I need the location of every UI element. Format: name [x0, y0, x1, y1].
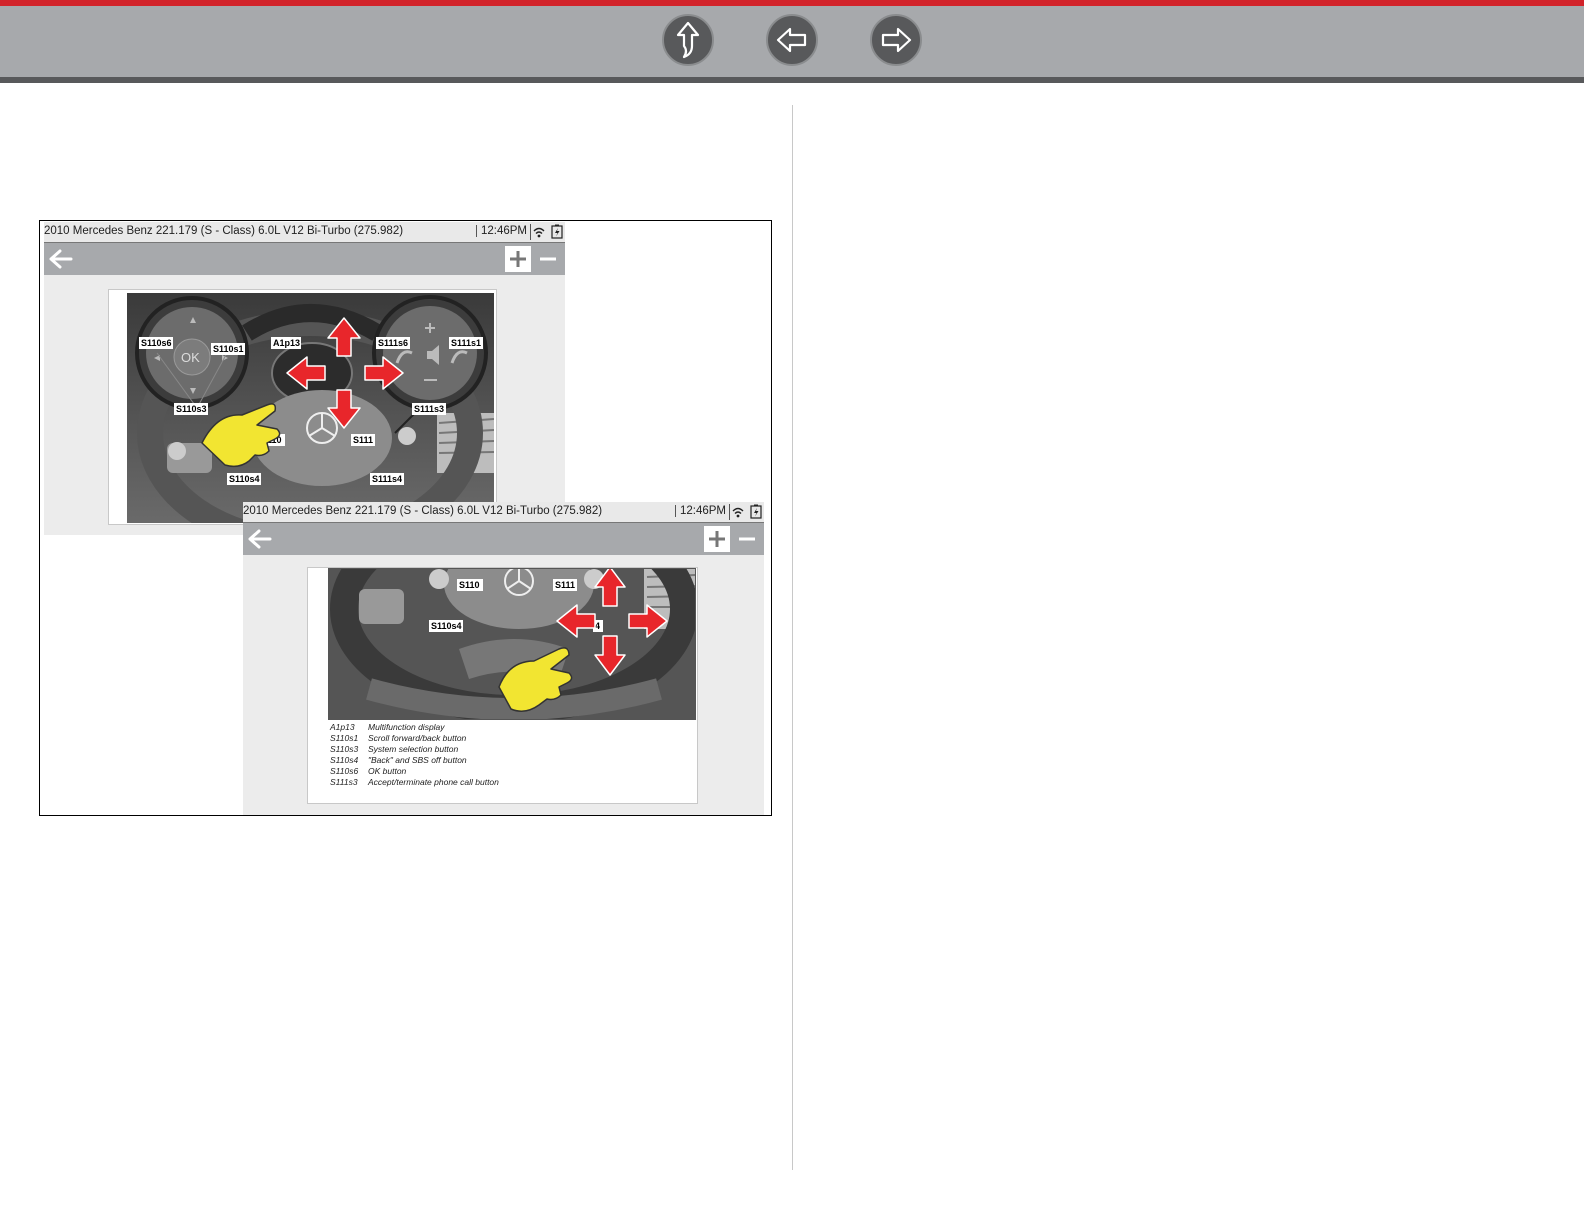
wifi-icon	[530, 224, 545, 240]
label-s110s3: S110s3	[176, 404, 207, 414]
label-a1p13: A1p13	[273, 338, 300, 348]
label-ok: OK	[181, 350, 200, 365]
label-s110s1: S110s1	[213, 344, 244, 354]
label-s110s4: S110s4	[229, 474, 260, 484]
vehicle-title: 2010 Mercedes Benz 221.179 (S - Class) 6…	[243, 505, 603, 517]
zoom-out-icon[interactable]	[734, 526, 760, 552]
label-s110s6: S110s6	[141, 338, 172, 348]
label-s111s1: S111s1	[451, 338, 481, 348]
status-bar: 2010 Mercedes Benz 221.179 (S - Class) 6…	[44, 222, 565, 243]
status-bar: 2010 Mercedes Benz 221.179 (S - Class) 6…	[243, 502, 764, 523]
label-s111: S111	[353, 435, 373, 445]
top-nav-bar	[0, 0, 1584, 83]
back-arrow-icon[interactable]	[48, 247, 74, 271]
nav-band-shadow	[0, 77, 1584, 83]
legend-row: S110s3 System selection button	[330, 743, 459, 754]
back-button[interactable]	[766, 14, 818, 66]
back-arrow-icon[interactable]	[247, 527, 273, 551]
steering-wheel-photo: S110 S111 S110s4 4	[328, 568, 696, 720]
label-s110s4: S110s4	[431, 621, 462, 631]
steering-wheel-photo: S110s6 S110s1 S110s3 A1p13 S111s6 S111s1…	[127, 293, 494, 523]
battery-icon	[750, 504, 762, 519]
wiring-document: S110s6 S110s1 S110s3 A1p13 S111s6 S111s1…	[108, 289, 497, 525]
up-button[interactable]	[662, 14, 714, 66]
device-screen-2: 2010 Mercedes Benz 221.179 (S - Class) 6…	[243, 502, 764, 815]
wiring-document: S110 S111 S110s4 4 A1p13 Multifunction d…	[307, 567, 698, 804]
legend-row: S110s4 "Back" and SBS off button	[330, 754, 467, 765]
zoom-out-icon[interactable]	[535, 246, 561, 272]
legend-row: S110s1 Scroll forward/back button	[330, 732, 467, 743]
label-s111s6: S111s6	[378, 338, 408, 348]
wifi-icon	[729, 504, 744, 520]
battery-icon	[551, 224, 563, 239]
right-arrow-icon	[881, 27, 912, 53]
clock: 12:46PM	[674, 505, 726, 517]
steering-wheel-illustration: S110 S111 S110s4 4	[329, 569, 695, 719]
zoom-in-icon[interactable]	[704, 526, 730, 552]
device-screen-1: 2010 Mercedes Benz 221.179 (S - Class) 6…	[44, 222, 565, 535]
left-arrow-icon	[776, 27, 807, 53]
label-s111s3: S111s3	[414, 404, 444, 414]
viewer-toolbar	[243, 523, 764, 555]
legend-row: A1p13 Multifunction display	[330, 722, 445, 732]
vehicle-title: 2010 Mercedes Benz 221.179 (S - Class) 6…	[44, 225, 404, 237]
component-legend: A1p13 Multifunction display S110s1 Scroll …	[330, 722, 499, 787]
up-arrow-icon	[676, 21, 700, 59]
legend-row: S110s6 OK button	[330, 765, 407, 776]
zoom-in-icon[interactable]	[505, 246, 531, 272]
column-divider	[792, 105, 793, 1170]
steering-wheel-illustration: S110s6 S110s1 S110s3 A1p13 S111s6 S111s1…	[127, 293, 494, 523]
label-s110: S110	[459, 580, 480, 590]
legend-row: S111s3 Accept/terminate phone call button	[330, 776, 499, 787]
clock: 12:46PM	[475, 225, 527, 237]
forward-button[interactable]	[870, 14, 922, 66]
label-s111: S111	[555, 580, 575, 590]
label-four: 4	[595, 621, 600, 631]
viewer-toolbar	[44, 243, 565, 275]
label-s111s4: S111s4	[372, 474, 402, 484]
